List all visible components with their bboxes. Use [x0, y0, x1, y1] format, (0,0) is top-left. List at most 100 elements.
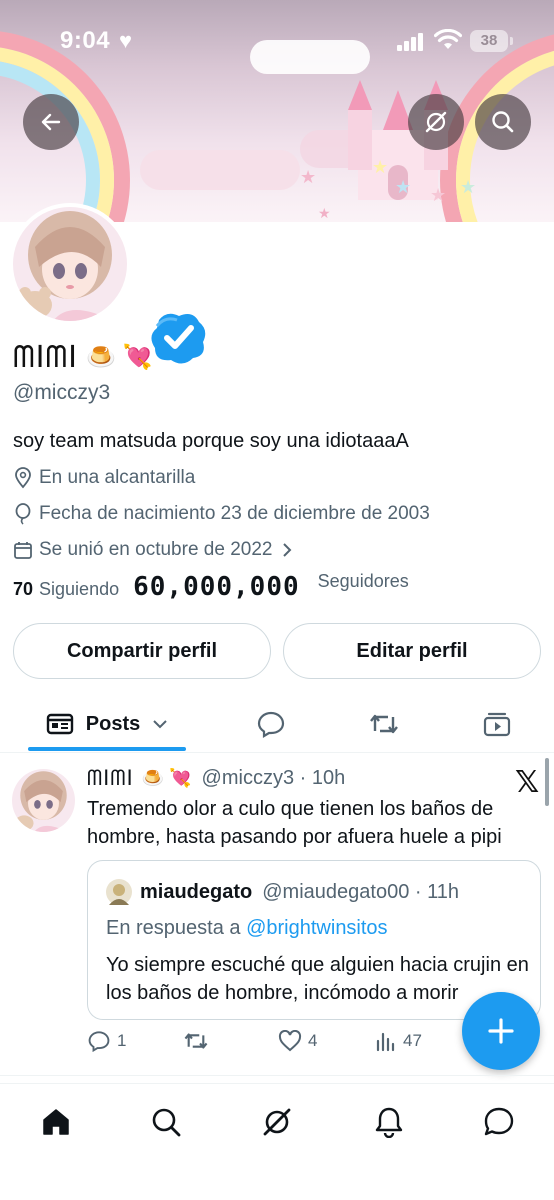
views-action[interactable]: 47: [375, 1030, 422, 1052]
heart-icon: ♥: [119, 28, 133, 53]
birth-text: Fecha de nacimiento 23 de diciembre de 2…: [39, 503, 430, 524]
followers-label[interactable]: Seguidores: [318, 571, 409, 592]
reposts-icon: [370, 714, 398, 734]
star: ★: [460, 177, 477, 197]
wifi-icon: [434, 29, 462, 49]
star: ★: [372, 157, 389, 177]
balloon-icon: [15, 503, 31, 525]
reply-context: En respuesta a @brightwinsitos: [106, 917, 388, 940]
star: ★: [318, 205, 331, 221]
repost-icon: [184, 1033, 208, 1049]
nav-search[interactable]: [146, 1102, 186, 1142]
compose-post-button[interactable]: [462, 992, 540, 1070]
nav-notifications[interactable]: [369, 1102, 409, 1142]
repost-action[interactable]: [183, 1030, 209, 1052]
status-bar: 9:04 ♥ 38: [0, 0, 554, 84]
tab-posts[interactable]: Posts: [28, 695, 186, 753]
profile-handle: @micczy3: [13, 381, 111, 404]
following-count[interactable]: 70: [13, 579, 33, 600]
battery-indicator: 38: [470, 30, 508, 52]
tab-reposts[interactable]: [358, 695, 410, 753]
analytics-icon: [376, 1032, 395, 1052]
reply-action[interactable]: 1: [87, 1030, 126, 1052]
post-handle-time: @micczy3 · 10h: [201, 767, 346, 789]
quoted-post[interactable]: miaudegato @miaudegato00 · 11h En respue…: [87, 860, 541, 1020]
reply-prefix: En respuesta a: [106, 917, 247, 939]
edit-profile-button[interactable]: Editar perfil: [283, 623, 541, 679]
plus-icon: [488, 1018, 514, 1044]
star: ★: [430, 185, 447, 205]
tab-media[interactable]: [471, 695, 523, 753]
scrollbar[interactable]: [545, 758, 549, 806]
profile-bio: soy team matsuda porque soy una idiotaaa…: [13, 430, 409, 452]
tab-replies[interactable]: [245, 695, 297, 753]
grok-icon: [263, 1108, 291, 1136]
quoted-author-name: miaudegato: [140, 880, 253, 903]
profile-tabs: Posts: [0, 695, 554, 753]
back-button[interactable]: [23, 94, 79, 150]
display-name: ᗰIᗰI: [13, 340, 79, 375]
arrow-left-icon: [41, 113, 61, 131]
grok-button[interactable]: [408, 94, 464, 150]
post-author-emoji: 🍮 💘: [141, 768, 192, 788]
heart-outline-icon: [278, 1030, 302, 1052]
post-header: ᗰIᗰI 🍮 💘 @micczy3 · 10h: [87, 766, 345, 791]
reply-count: 1: [117, 1031, 127, 1050]
grok-icon: [425, 111, 447, 133]
reply-icon: [88, 1031, 110, 1052]
post-text: Tremendo olor a culo que tienen los baño…: [87, 798, 502, 848]
follow-counts: 70 Siguiendo 60,000,000 Seguidores: [13, 571, 409, 602]
post-author-name[interactable]: ᗰIᗰI: [87, 766, 134, 791]
reply-to-link[interactable]: @brightwinsitos: [246, 917, 387, 939]
location-pin-icon: [15, 467, 31, 489]
location-row: En una alcantarilla: [13, 467, 195, 489]
post-avatar[interactable]: [12, 769, 75, 832]
replies-icon: [257, 711, 285, 738]
like-action[interactable]: 4: [278, 1030, 317, 1052]
cloud: [140, 150, 300, 190]
following-label[interactable]: Siguiendo: [39, 579, 119, 600]
clock: 9:04: [60, 27, 111, 54]
name-emoji: 🍮 💘: [86, 344, 153, 371]
followers-count[interactable]: 60,000,000: [133, 572, 300, 602]
search-button[interactable]: [475, 94, 531, 150]
location-text: En una alcantarilla: [39, 467, 196, 488]
battery-tip: [510, 37, 513, 45]
tab-posts-label: Posts: [85, 712, 141, 735]
quoted-post-text: Yo siempre escuché que alguien hacia cru…: [106, 954, 529, 1004]
like-count: 4: [308, 1031, 318, 1050]
tabs-divider: [0, 752, 554, 753]
home-icon: [43, 1109, 69, 1135]
star: ★: [300, 167, 317, 187]
view-count: 47: [403, 1031, 422, 1050]
quoted-handle-time: @miaudegato00 · 11h: [262, 880, 459, 903]
chevron-down-icon: [153, 720, 167, 729]
search-icon: [152, 1108, 181, 1137]
nav-messages[interactable]: [479, 1102, 519, 1142]
birth-row: Fecha de nacimiento 23 de diciembre de 2…: [13, 503, 430, 525]
bottom-navigation: [0, 1083, 554, 1200]
chevron-right-icon: [283, 543, 292, 557]
nav-home[interactable]: [36, 1102, 76, 1142]
share-profile-button[interactable]: Compartir perfil: [13, 623, 271, 679]
profile-avatar[interactable]: [9, 203, 131, 325]
messages-icon: [484, 1107, 514, 1136]
quoted-post-header: miaudegato @miaudegato00 · 11h: [106, 879, 459, 905]
cellular-signal-icon: [397, 33, 423, 51]
quoted-author-avatar: [106, 879, 132, 905]
joined-row[interactable]: Se unió en octubre de 2022: [13, 539, 300, 561]
anime-girl-avatar-image: [12, 769, 75, 832]
nav-grok[interactable]: [257, 1102, 297, 1142]
verified-badge-icon[interactable]: [149, 312, 207, 364]
anime-girl-avatar-image: [13, 207, 127, 321]
active-tab-indicator: [28, 747, 186, 751]
post-divider: [0, 1075, 554, 1076]
media-icon: [483, 712, 511, 737]
joined-text: Se unió en octubre de 2022: [39, 539, 273, 560]
profile-name: ᗰIᗰI 🍮 💘: [13, 340, 152, 375]
search-icon: [492, 111, 514, 133]
calendar-icon: [14, 542, 32, 559]
bell-icon: [375, 1107, 403, 1138]
posts-icon: [46, 713, 73, 735]
star: ★: [395, 177, 412, 197]
